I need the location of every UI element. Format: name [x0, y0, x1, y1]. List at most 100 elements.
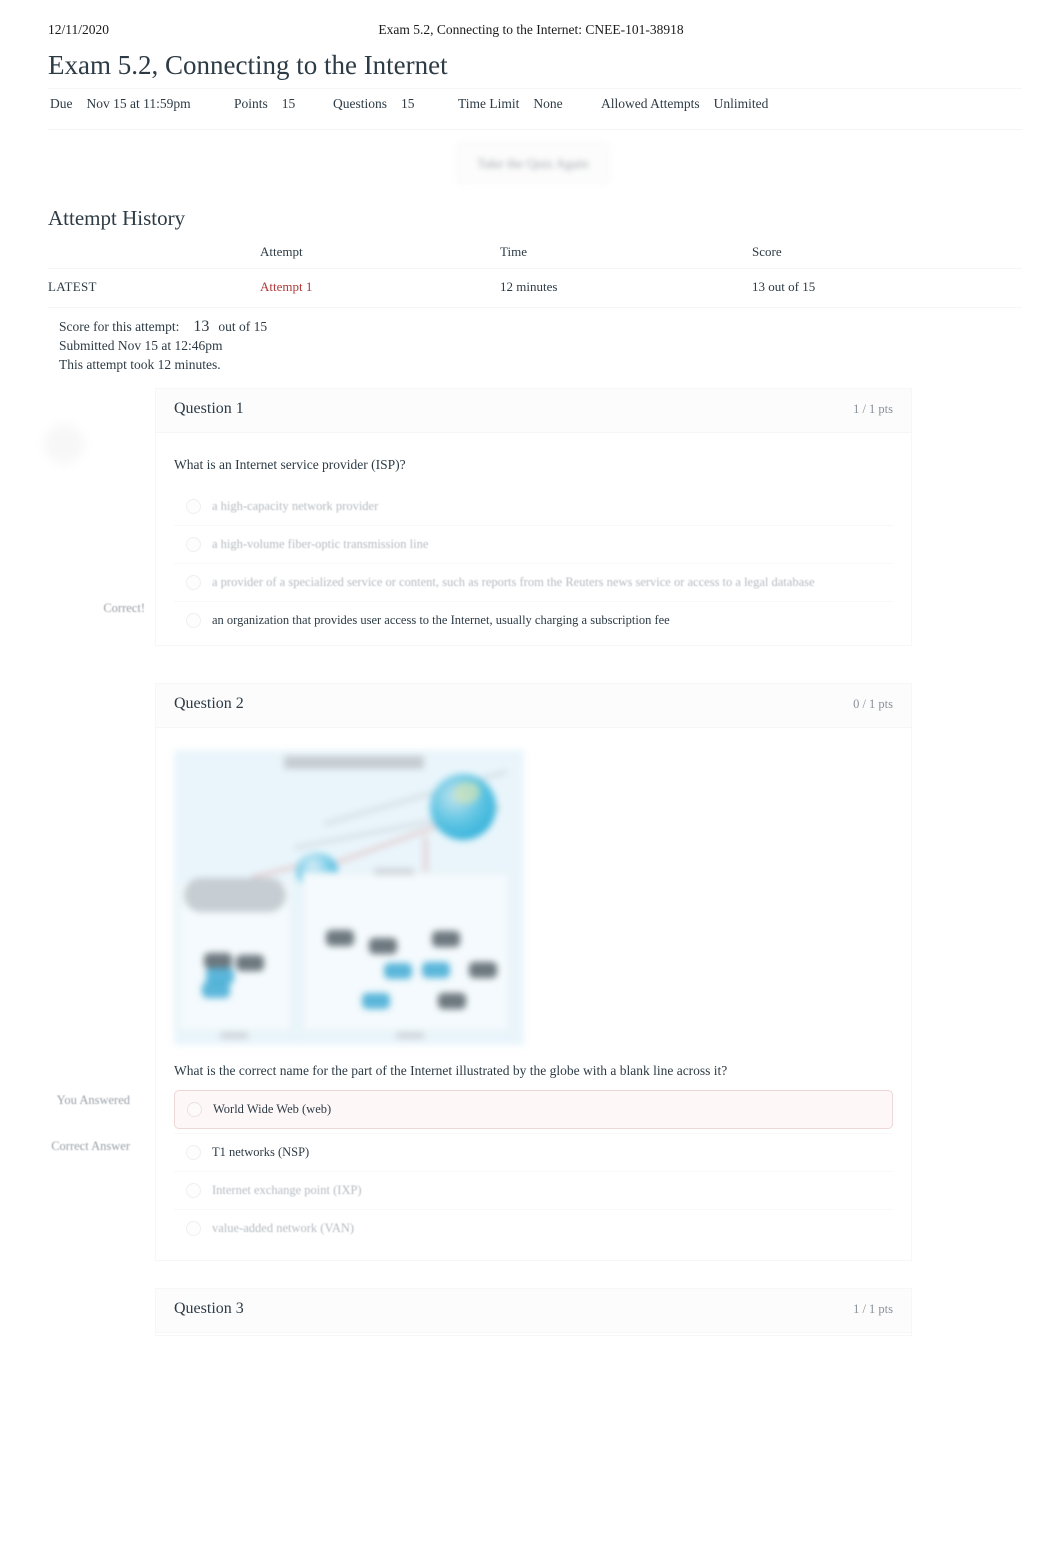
attempt-1-link[interactable]: Attempt 1 [260, 279, 312, 294]
meta-allowed-attempts-value: Unlimited [713, 96, 769, 111]
question-1-name: Question 1 [174, 400, 244, 417]
diagram-node [236, 955, 264, 971]
meta-time-limit: Time Limit None [458, 96, 563, 112]
question-2-text: What is the correct name for the part of… [174, 1063, 728, 1078]
radio-icon[interactable] [186, 1183, 201, 1198]
question-card-2: Question 2 0 / 1 pts What is the correct… [155, 683, 912, 1261]
diagram-title-bar [284, 756, 424, 769]
radio-icon[interactable] [187, 1102, 202, 1117]
score-line: Score for this attempt: 13 out of 15 [59, 317, 267, 336]
cell-time: 12 minutes [500, 268, 752, 308]
radio-icon[interactable] [186, 1145, 201, 1160]
diagram-node [432, 931, 460, 947]
diagram-caption [220, 1032, 248, 1039]
answer-text: value-added network (VAN) [212, 1221, 355, 1235]
question-2-name: Question 2 [174, 695, 244, 712]
meta-questions-value: 15 [401, 96, 415, 111]
table-header-row: Attempt Time Score [48, 238, 1022, 269]
diagram-panel-right [302, 872, 510, 1032]
internet-architecture-diagram-image [174, 750, 524, 1045]
meta-allowed-attempts-label: Allowed Attempts [601, 96, 700, 111]
quiz-meta-bar: Due Nov 15 at 11:59pm Points 15 Questions 1… [48, 88, 1022, 130]
print-header: 12/11/2020 Exam 5.2, Connecting to the I… [0, 22, 1062, 42]
question-1-body: What is an Internet service provider (IS… [156, 433, 911, 639]
meta-points-value: 15 [281, 96, 296, 111]
cell-kept: LATEST [48, 268, 260, 308]
meta-questions: Questions 15 [333, 96, 415, 112]
question-3-name: Question 3 [174, 1300, 244, 1317]
th-attempt: Attempt [260, 238, 500, 269]
quiz-results-page: 12/11/2020 Exam 5.2, Connecting to the I… [0, 0, 1062, 1561]
meta-due-label: Due [50, 96, 73, 111]
answer-text: a high-capacity network provider [212, 499, 379, 513]
submitted-line: Submitted Nov 15 at 12:46pm [59, 338, 223, 353]
diagram-caption [396, 1032, 424, 1039]
score-summary: Score for this attempt: 13 out of 15 Submi… [59, 317, 267, 374]
meta-allowed-attempts: Allowed Attempts Unlimited [601, 96, 768, 112]
question-1-text: What is an Internet service provider (IS… [174, 457, 406, 472]
score-out-of: out of 15 [218, 319, 268, 334]
answer-text: an organization that provides user acces… [212, 613, 670, 627]
answer-option[interactable]: a high-volume fiber-optic transmission l… [174, 525, 893, 563]
diagram-node [369, 938, 397, 954]
answer-option[interactable]: value-added network (VAN) [174, 1209, 893, 1247]
radio-icon[interactable] [186, 1221, 201, 1236]
question-1-header: Question 1 1 / 1 pts [156, 389, 911, 433]
answer-text: Internet exchange point (IXP) [212, 1183, 362, 1197]
meta-time-limit-value: None [533, 96, 563, 111]
score-label: Score for this attempt: [59, 319, 180, 334]
meta-time-limit-label: Time Limit [458, 96, 520, 111]
answer-option-correct[interactable]: an organization that provides user acces… [174, 601, 893, 639]
question-card-1: Question 1 1 / 1 pts What is an Internet… [155, 388, 912, 646]
meta-due-value: Nov 15 at 11:59pm [86, 96, 191, 111]
cell-score: 13 out of 15 [752, 268, 1022, 308]
question-3-points: 1 / 1 pts [853, 1302, 893, 1316]
diagram-node [362, 993, 390, 1009]
answer-text: a high-volume fiber-optic transmission l… [212, 537, 429, 551]
retake-quiz-wrapper: Take the Quiz Again [457, 142, 609, 184]
question-2-answers: World Wide Web (web) T1 networks (NSP) I… [174, 1090, 893, 1247]
diagram-node [384, 963, 412, 979]
meta-points: Points 15 [234, 96, 295, 112]
answer-text: T1 networks (NSP) [212, 1145, 310, 1159]
radio-icon[interactable] [186, 537, 201, 552]
th-time: Time [500, 238, 752, 269]
take-quiz-again-button[interactable]: Take the Quiz Again [457, 142, 609, 184]
radio-icon[interactable] [186, 575, 201, 590]
th-score: Score [752, 238, 1022, 269]
th-kept [48, 238, 260, 269]
question-2-body: What is the correct name for the part of… [156, 728, 911, 1247]
radio-icon[interactable] [186, 499, 201, 514]
duration-line: This attempt took 12 minutes. [59, 357, 221, 372]
diagram-node [326, 930, 354, 946]
answer-option-selected-incorrect[interactable]: World Wide Web (web) [174, 1090, 893, 1129]
answer-option[interactable]: a provider of a specialized service or c… [174, 563, 893, 601]
question-card-3: Question 3 1 / 1 pts [155, 1288, 912, 1336]
meta-questions-label: Questions [333, 96, 387, 111]
question-1-points: 1 / 1 pts [853, 402, 893, 416]
diagram-node [438, 993, 466, 1009]
cell-attempt: Attempt 1 [260, 268, 500, 308]
answer-option[interactable]: Internet exchange point (IXP) [174, 1171, 893, 1209]
diagram-node [204, 953, 232, 969]
cloud-icon [184, 878, 286, 912]
page-title: Exam 5.2, Connecting to the Internet [48, 50, 448, 80]
diagram-node [422, 962, 450, 978]
score-value: 13 [193, 318, 210, 335]
question-2-header: Question 2 0 / 1 pts [156, 684, 911, 728]
answer-option[interactable]: a high-capacity network provider [174, 488, 893, 525]
diagram-caption [374, 868, 414, 875]
question-flag-icon [44, 424, 84, 464]
table-row: LATEST Attempt 1 12 minutes 13 out of 15 [48, 268, 1022, 308]
gutter-you-answered-label: You Answered [56, 1093, 130, 1107]
question-1-answers: a high-capacity network provider a high-… [174, 488, 893, 639]
question-2-points: 0 / 1 pts [853, 697, 893, 711]
meta-due: Due Nov 15 at 11:59pm [50, 96, 191, 112]
diagram-node [469, 962, 497, 978]
gutter-correct-answer-label: Correct Answer [51, 1139, 130, 1153]
attempt-history-heading: Attempt History [48, 206, 186, 230]
answer-text: World Wide Web (web) [213, 1102, 332, 1116]
answer-option-correct[interactable]: T1 networks (NSP) [174, 1133, 893, 1171]
meta-points-label: Points [234, 96, 268, 111]
radio-icon[interactable] [186, 613, 201, 628]
